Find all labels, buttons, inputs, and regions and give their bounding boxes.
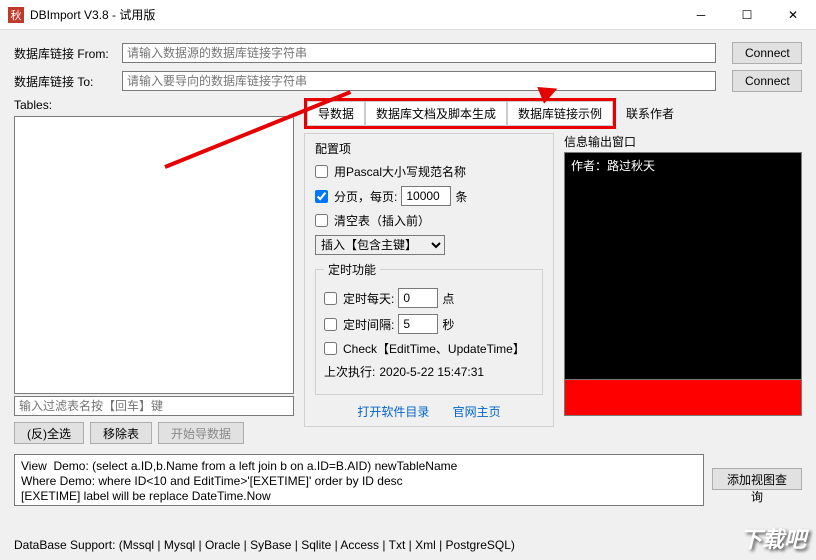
open-dir-link[interactable]: 打开软件目录 xyxy=(357,405,429,419)
connect-to-button[interactable]: Connect xyxy=(732,70,802,92)
check-time-label: Check【EditTime、UpdateTime】 xyxy=(343,340,525,357)
tab-bar: 导数据 数据库文档及脚本生成 数据库链接示例 xyxy=(304,98,616,129)
daily-checkbox[interactable] xyxy=(324,292,337,305)
paging-unit: 条 xyxy=(455,188,467,205)
tab-docs[interactable]: 数据库文档及脚本生成 xyxy=(365,101,507,126)
timer-title: 定时功能 xyxy=(324,261,380,278)
connect-from-button[interactable]: Connect xyxy=(732,42,802,64)
titlebar: 秋 DBImport V3.8 - 试用版 ─ ☐ ✕ xyxy=(0,0,816,30)
interval-input[interactable] xyxy=(398,314,438,334)
daily-label: 定时每天: xyxy=(343,290,394,307)
tab-import[interactable]: 导数据 xyxy=(307,101,365,126)
info-red-panel xyxy=(564,380,802,416)
clear-label: 清空表（插入前） xyxy=(334,212,430,229)
info-output: 作者：路过秋天 xyxy=(564,152,802,380)
select-all-button[interactable]: (反)全选 xyxy=(14,422,84,444)
pascal-checkbox[interactable] xyxy=(315,165,328,178)
tab-examples[interactable]: 数据库链接示例 xyxy=(507,101,613,126)
minimize-button[interactable]: ─ xyxy=(678,0,724,30)
maximize-button[interactable]: ☐ xyxy=(724,0,770,30)
insert-mode-select[interactable]: 插入【包含主键】 xyxy=(315,235,445,255)
status-bar: DataBase Support: (Mssql | Mysql | Oracl… xyxy=(14,538,515,552)
watermark: 下载吧 xyxy=(740,522,806,554)
tables-listbox[interactable] xyxy=(14,116,294,394)
close-button[interactable]: ✕ xyxy=(770,0,816,30)
info-author: 作者：路过秋天 xyxy=(571,157,795,174)
contact-author-link[interactable]: 联系作者 xyxy=(626,102,674,125)
paging-input[interactable] xyxy=(401,186,451,206)
daily-input[interactable] xyxy=(398,288,438,308)
check-time-checkbox[interactable] xyxy=(324,342,337,355)
daily-unit: 点 xyxy=(442,290,454,307)
clear-checkbox[interactable] xyxy=(315,214,328,227)
last-exec-label: 上次执行: xyxy=(324,363,375,380)
paging-label: 分页，每页: xyxy=(334,188,397,205)
start-import-button[interactable]: 开始导数据 xyxy=(158,422,244,444)
app-icon: 秋 xyxy=(8,7,24,23)
paging-checkbox[interactable] xyxy=(315,190,328,203)
official-site-link[interactable]: 官网主页 xyxy=(453,405,501,419)
interval-unit: 秒 xyxy=(442,316,454,333)
tables-label: Tables: xyxy=(14,98,294,112)
last-exec-value: 2020-5-22 15:47:31 xyxy=(379,365,484,379)
to-input[interactable] xyxy=(122,71,716,91)
config-title: 配置项 xyxy=(315,140,543,157)
interval-label: 定时间隔: xyxy=(343,316,394,333)
pascal-label: 用Pascal大小写规范名称 xyxy=(334,163,466,180)
interval-checkbox[interactable] xyxy=(324,318,337,331)
timer-group: 定时功能 定时每天: 点 定时间隔: 秒 xyxy=(315,261,543,395)
remove-table-button[interactable]: 移除表 xyxy=(90,422,152,444)
demo-textbox[interactable]: View Demo: (select a.ID,b.Name from a le… xyxy=(14,454,704,506)
filter-input[interactable] xyxy=(14,396,294,416)
to-label: 数据库链接 To: xyxy=(14,73,114,90)
info-title: 信息输出窗口 xyxy=(564,133,802,150)
from-label: 数据库链接 From: xyxy=(14,45,114,62)
from-input[interactable] xyxy=(122,43,716,63)
add-view-button[interactable]: 添加视图查询 xyxy=(712,468,802,490)
window-title: DBImport V3.8 - 试用版 xyxy=(30,6,678,23)
